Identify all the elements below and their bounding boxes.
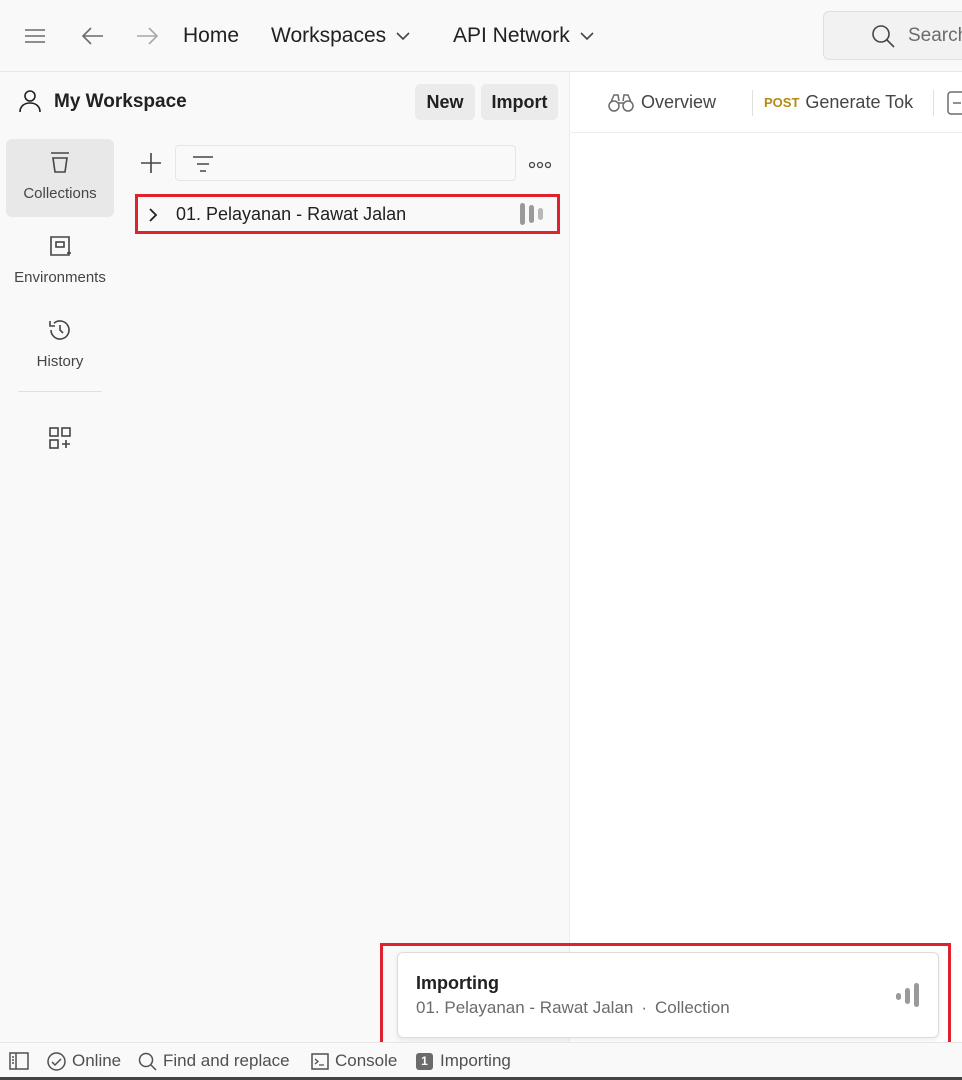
toggle-sidebar-icon[interactable] (9, 1043, 29, 1079)
workspace-name: My Workspace (54, 91, 187, 112)
chevron-down-icon (580, 31, 594, 41)
nav-api-network[interactable]: API Network (453, 0, 594, 72)
left-panel: My Workspace New Import Collections Envi… (0, 72, 570, 1042)
tab-divider (752, 90, 753, 116)
add-apps-icon[interactable] (48, 426, 72, 455)
search-icon (871, 24, 895, 54)
chevron-down-icon (396, 31, 410, 41)
request-method-badge: POST (764, 95, 800, 110)
environments-icon (48, 234, 72, 263)
tab-bar: Overview POST Generate Tok (571, 72, 962, 133)
collection-item[interactable]: 01. Pelayanan - Rawat Jalan (135, 194, 560, 234)
environment-icon[interactable] (947, 91, 962, 115)
nav-workspaces[interactable]: Workspaces (271, 0, 410, 72)
tab-divider (933, 90, 934, 116)
user-icon (18, 89, 42, 118)
importing-count-badge: 1 (416, 1052, 433, 1070)
sidebar-item-label: History (36, 353, 84, 370)
collection-name: 01. Pelayanan - Rawat Jalan (176, 204, 407, 224)
loading-icon (895, 983, 921, 1012)
tab-overview[interactable]: Overview (608, 72, 716, 133)
import-button[interactable]: Import (481, 84, 558, 120)
menu-icon[interactable] (24, 0, 46, 72)
status-bar: Online Find and replace Console 1 Import… (0, 1042, 962, 1080)
top-bar: Home Workspaces API Network Search (0, 0, 962, 72)
search-placeholder: Search (908, 24, 962, 46)
history-icon (48, 318, 72, 347)
online-status[interactable]: Online (47, 1043, 121, 1079)
toast-subtitle: 01. Pelayanan - Rawat Jalan · Collection (416, 998, 730, 1018)
new-button[interactable]: New (415, 84, 475, 120)
check-circle-icon (47, 1051, 66, 1071)
search-input[interactable]: Search (823, 11, 962, 60)
tab-label: Overview (641, 92, 717, 112)
collections-icon (48, 150, 72, 179)
forward-arrow-icon[interactable] (136, 0, 158, 72)
sidebar-item-label: Collections (23, 185, 97, 202)
toast-separator: · (641, 998, 648, 1017)
sidebar-item-environments[interactable]: Environments (6, 223, 114, 301)
filter-icon (192, 154, 214, 179)
nav-home[interactable]: Home (183, 0, 239, 72)
toast-title: Importing (416, 973, 499, 993)
loading-icon (519, 203, 545, 230)
toast-item-name: 01. Pelayanan - Rawat Jalan (416, 998, 634, 1017)
search-icon (138, 1052, 157, 1071)
binoculars-icon (608, 93, 634, 113)
sidebar-item-label: Environments (14, 269, 106, 286)
chevron-right-icon[interactable] (147, 207, 159, 228)
sidebar-item-history[interactable]: History (6, 307, 114, 385)
add-collection-icon[interactable] (140, 152, 162, 179)
main-panel: Overview POST Generate Tok (571, 72, 962, 1042)
more-options-icon[interactable] (528, 156, 552, 174)
importing-status[interactable]: 1 Importing (416, 1043, 511, 1079)
collection-search-input[interactable] (175, 145, 516, 181)
console-icon (311, 1052, 329, 1070)
sidebar-item-collections[interactable]: Collections (6, 139, 114, 217)
toast-item-type: Collection (655, 998, 730, 1017)
tab-label: Generate Tok (805, 92, 914, 112)
workspace-header: My Workspace New Import (0, 72, 570, 132)
sidebar-divider (18, 391, 102, 392)
back-arrow-icon[interactable] (82, 0, 104, 72)
console-button[interactable]: Console (311, 1043, 397, 1079)
tab-generate-token[interactable]: POST Generate Tok (764, 72, 914, 133)
find-replace-button[interactable]: Find and replace (138, 1043, 290, 1079)
import-toast: Importing 01. Pelayanan - Rawat Jalan · Co… (397, 952, 939, 1038)
